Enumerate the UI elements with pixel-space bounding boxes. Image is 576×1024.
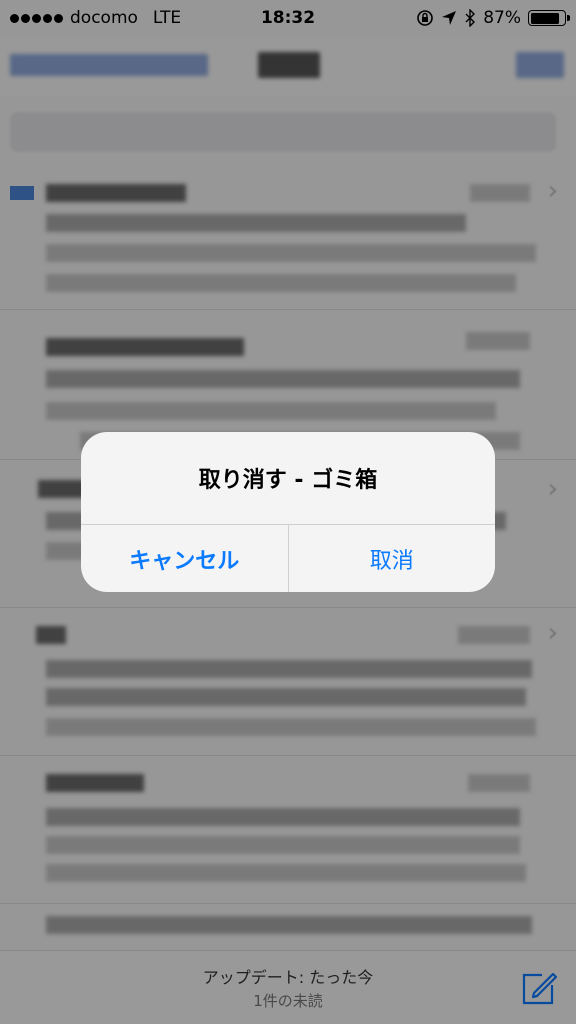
bluetooth-icon [465, 9, 476, 27]
signal-strength-icon [10, 13, 63, 23]
battery-percent: 87% [483, 8, 521, 28]
status-right: 87% [416, 8, 570, 28]
alert-title: 取り消す - ゴミ箱 [198, 468, 378, 493]
battery-icon [528, 10, 570, 26]
location-arrow-icon [442, 11, 457, 25]
status-time: 18:32 [260, 8, 316, 28]
undo-alert-dialog: 取り消す - ゴミ箱 キャンセル 取消 [81, 432, 495, 592]
status-left: docomo LTE [10, 8, 181, 28]
carrier-name: docomo [70, 8, 138, 28]
status-bar: docomo LTE 18:32 87% [0, 0, 576, 36]
alert-actions: キャンセル 取消 [81, 524, 495, 592]
undo-button[interactable]: 取消 [289, 525, 496, 592]
cancel-button[interactable]: キャンセル [81, 525, 289, 592]
network-type: LTE [152, 8, 182, 28]
orientation-lock-icon [417, 10, 434, 26]
battery-level-fill [530, 12, 560, 24]
